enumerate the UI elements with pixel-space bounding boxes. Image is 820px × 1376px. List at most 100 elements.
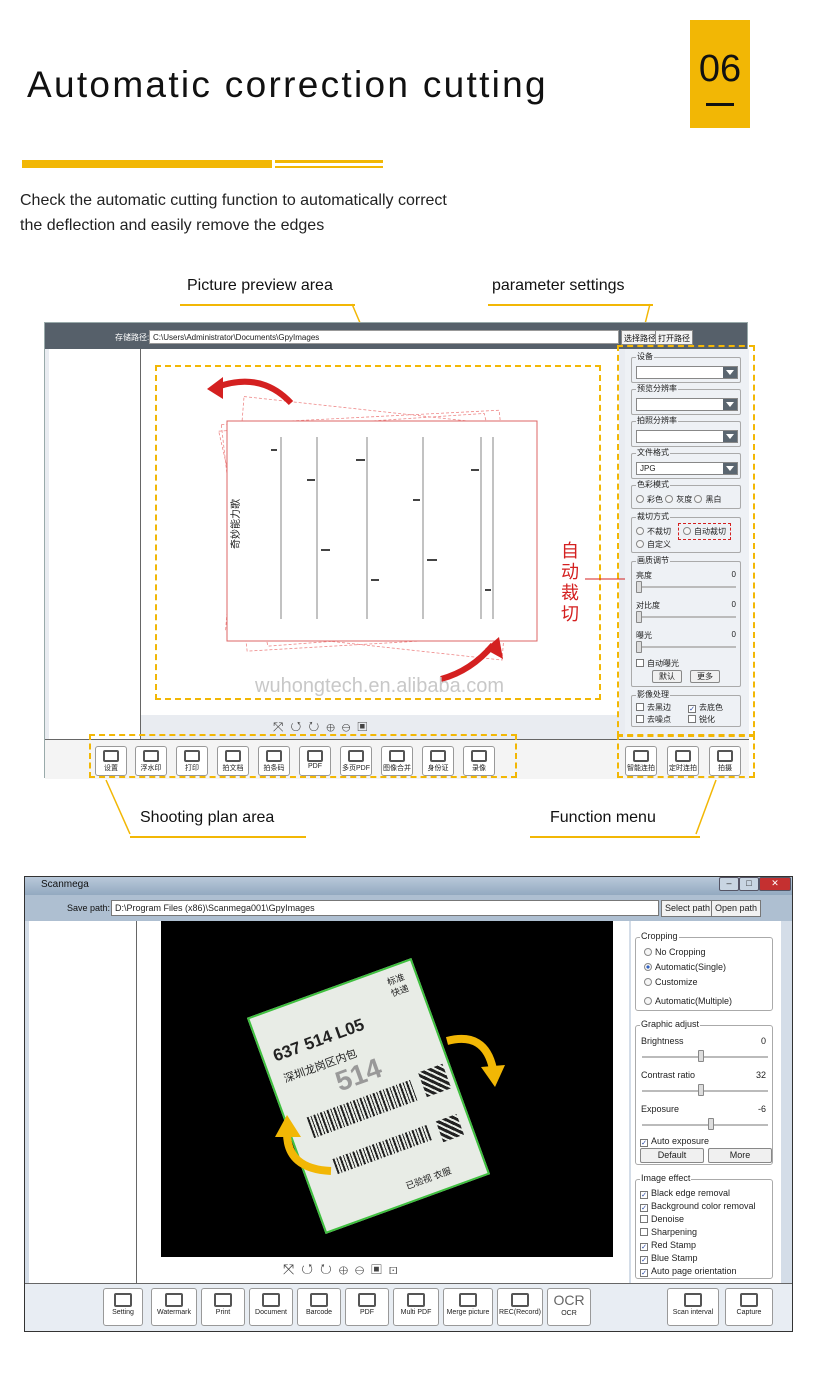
effect-black-edge[interactable]: ✓ Black edge removal	[640, 1188, 730, 1199]
thumbnail-pane	[49, 349, 141, 739]
group-title: Graphic adjust	[640, 1019, 701, 1029]
section-badge: 06	[690, 20, 750, 128]
rotate-arrow-left	[275, 1115, 332, 1175]
callout-params: parameter settings	[492, 277, 625, 294]
effect-auto-orientation[interactable]: ✓ Auto page orientation	[640, 1266, 737, 1277]
document-icon	[262, 1293, 280, 1307]
bottom-toolbar: Setting Watermark Print Document Barcode…	[25, 1283, 792, 1331]
label-signed: 已验视 衣服	[404, 1165, 453, 1192]
ocr-icon: OCR	[553, 1292, 585, 1308]
watermark-icon	[165, 1293, 183, 1307]
preview-highlight	[155, 365, 601, 700]
ocr-button[interactable]: OCR OCR	[547, 1288, 591, 1326]
effect-sharpening[interactable]: Sharpening	[640, 1227, 697, 1237]
app-window-english: Scanmega – □ ✕ Save path: D:\Program Fil…	[24, 876, 793, 1332]
rotate-right-icon[interactable]: ↻	[308, 719, 326, 734]
effect-background[interactable]: ✓ Background color removal	[640, 1201, 756, 1212]
crop-option-none[interactable]: No Cropping	[644, 947, 706, 957]
fit-icon[interactable]: ⊡	[389, 1261, 405, 1277]
contrast-slider[interactable]	[642, 1090, 768, 1092]
preview-toolbar: ⤧↺↻⊕⊖▣	[273, 719, 374, 735]
scan-interval-icon	[684, 1293, 702, 1307]
description: Check the automatic cutting function to …	[20, 188, 447, 238]
title-underline	[22, 160, 272, 168]
plan-highlight	[89, 734, 517, 778]
open-path-button[interactable]: Open path	[711, 900, 762, 917]
multi-pdf-button[interactable]: Multi PDF	[393, 1288, 439, 1326]
app-window-chinese: 存储路径: C:\Users\Administrator\Documents\G…	[44, 322, 755, 779]
video-icon	[511, 1293, 529, 1307]
scan-interval-button[interactable]: Scan interval	[667, 1288, 719, 1326]
rotate-arrow-right	[445, 1034, 505, 1087]
exposure-slider-thumb[interactable]	[708, 1118, 714, 1130]
setting-button[interactable]: Setting	[103, 1288, 143, 1326]
crop-option-auto-single[interactable]: Automatic(Single)	[644, 962, 726, 972]
rotate-right-icon[interactable]: ↻	[320, 1261, 339, 1277]
callout-leader	[695, 779, 717, 835]
crop-icon[interactable]: ▣	[357, 719, 374, 734]
brightness-label: Brightness	[641, 1036, 684, 1046]
printer-icon	[214, 1293, 232, 1307]
fit-icon[interactable]: ⤧	[273, 719, 290, 734]
zoom-in-icon[interactable]: ⊕	[339, 1261, 355, 1277]
watermark-button[interactable]: Watermark	[151, 1288, 197, 1326]
callout-underline	[130, 836, 306, 838]
select-path-button[interactable]: 选择路径	[621, 330, 659, 345]
path-input[interactable]: D:\Program Files (x86)\Scanmega001\GpyIm…	[111, 900, 659, 916]
group-title: Cropping	[640, 931, 679, 941]
minimize-button[interactable]: –	[719, 877, 739, 891]
exposure-slider[interactable]	[642, 1124, 768, 1126]
default-button[interactable]: Default	[640, 1148, 704, 1163]
crop-option-auto-multiple[interactable]: Automatic(Multiple)	[644, 996, 732, 1006]
capture-button[interactable]: Capture	[725, 1288, 773, 1326]
document-button[interactable]: Document	[249, 1288, 293, 1326]
close-button[interactable]: ✕	[759, 877, 791, 891]
contrast-slider-thumb[interactable]	[698, 1084, 704, 1096]
multi-pdf-icon	[407, 1293, 425, 1307]
crop-option-custom[interactable]: Customize	[644, 977, 698, 987]
open-path-button[interactable]: 打开路径	[655, 330, 693, 345]
fit-icon[interactable]: ⤧	[283, 1261, 301, 1277]
rotate-left-icon[interactable]: ↺	[290, 719, 308, 734]
shipping-label: 637 514 L05 标准 快递 深圳龙岗区内包 514 已验视 衣服	[246, 958, 491, 1234]
effect-blue-stamp[interactable]: ✓ Blue Stamp	[640, 1253, 698, 1264]
page-title: Automatic correction cutting	[27, 64, 548, 105]
maximize-button[interactable]: □	[739, 877, 759, 891]
effect-red-stamp[interactable]: ✓ Red Stamp	[640, 1240, 696, 1251]
brightness-slider[interactable]	[642, 1056, 768, 1058]
zoom-in-icon[interactable]: ⊕	[326, 719, 341, 734]
barcode-icon	[310, 1293, 328, 1307]
camera-icon	[740, 1293, 758, 1307]
auto-exposure-checkbox[interactable]: ✓ Auto exposure	[640, 1136, 709, 1147]
path-label: 存储路径:	[115, 333, 150, 342]
camera-feed: 637 514 L05 标准 快递 深圳龙岗区内包 514 已验视 衣服	[161, 921, 613, 1257]
gear-icon	[114, 1293, 132, 1307]
rotate-left-icon[interactable]: ↺	[301, 1261, 320, 1277]
badge-number: 06	[698, 48, 742, 90]
barcode-button[interactable]: Barcode	[297, 1288, 341, 1326]
camera-preview-area: 637 514 L05 标准 快递 深圳龙岗区内包 514 已验视 衣服 ⤧↺↻…	[137, 921, 629, 1283]
pdf-button[interactable]: PDF	[345, 1288, 389, 1326]
callout-underline	[530, 836, 700, 838]
merge-picture-button[interactable]: Merge picture	[443, 1288, 493, 1326]
path-bar: Save path: D:\Program Files (x86)\Scanme…	[25, 895, 792, 921]
contrast-label: Contrast ratio	[641, 1070, 696, 1080]
record-button[interactable]: REC(Record)	[497, 1288, 543, 1326]
select-path-button[interactable]: Select path	[661, 900, 715, 917]
exposure-label: Exposure	[641, 1104, 680, 1114]
effect-denoise[interactable]: Denoise	[640, 1214, 684, 1224]
more-button[interactable]: More	[708, 1148, 772, 1163]
zoom-out-icon[interactable]: ⊖	[342, 719, 357, 734]
zoom-out-icon[interactable]: ⊖	[355, 1261, 371, 1277]
print-button[interactable]: Print	[201, 1288, 245, 1326]
path-input[interactable]: C:\Users\Administrator\Documents\GpyImag…	[149, 330, 619, 344]
crop-icon[interactable]: ▣	[371, 1261, 389, 1277]
description-line: Check the automatic cutting function to …	[20, 192, 447, 209]
pdf-icon	[358, 1293, 376, 1307]
merge-icon	[459, 1293, 477, 1307]
brightness-slider-thumb[interactable]	[698, 1050, 704, 1062]
title-underline-thin	[275, 160, 383, 163]
contrast-value: 32	[755, 1070, 766, 1080]
path-label: Save path:	[67, 903, 111, 913]
callout-underline	[180, 304, 355, 306]
